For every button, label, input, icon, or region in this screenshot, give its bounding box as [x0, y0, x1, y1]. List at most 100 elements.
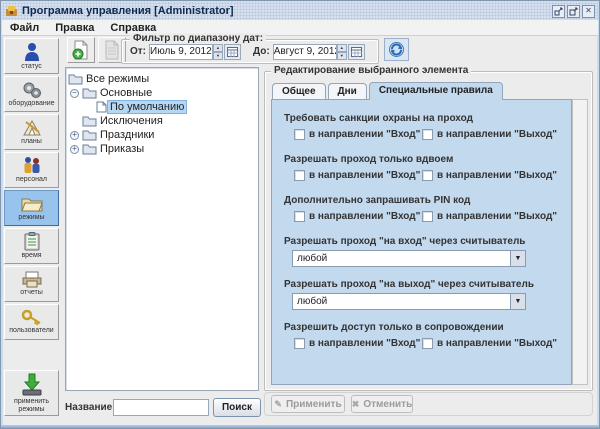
checkbox-icon[interactable] — [422, 211, 433, 222]
tree-item-default[interactable]: По умолчанию — [96, 100, 256, 114]
checkbox-two-person-in[interactable]: в направлении "Вход" — [294, 170, 422, 181]
to-calendar-button[interactable] — [348, 44, 365, 60]
checkbox-escort-out[interactable]: в направлении "Выход" — [422, 338, 557, 349]
document-icon — [103, 40, 121, 60]
drafting-tools-icon — [22, 119, 42, 137]
folder-icon — [82, 129, 97, 141]
tree-item-label[interactable]: Приказы — [97, 143, 147, 155]
tree-item-main[interactable]: − Основные — [70, 86, 256, 100]
checkbox-pin-out[interactable]: в направлении "Выход" — [422, 211, 557, 222]
tree-root[interactable]: Все режимы — [68, 72, 256, 86]
checkbox-pin-in[interactable]: в направлении "Вход" — [294, 211, 422, 222]
sidebar-item-personnel[interactable]: персонал — [4, 152, 59, 188]
sidebar-item-modes[interactable]: режимы — [4, 190, 59, 226]
tab-general[interactable]: Общее — [272, 83, 326, 99]
tree-item-exceptions[interactable]: Исключения — [82, 114, 256, 128]
tree-root-label[interactable]: Все режимы — [83, 73, 152, 85]
sidebar-item-time[interactable]: время — [4, 228, 59, 264]
rule-title: Разрешить доступ только в сопровождении — [284, 322, 571, 333]
cancel-button-label: Отменить — [363, 399, 412, 410]
checkbox-icon[interactable] — [294, 338, 305, 349]
spinner-up-icon[interactable]: ▲ — [213, 44, 223, 52]
checkbox-label: в направлении "Вход" — [309, 211, 420, 222]
editor-group-title: Редактирование выбранного элемента — [271, 65, 471, 76]
modes-tree: Все режимы − Основные По умолчанию Исклю… — [65, 67, 259, 391]
tree-item-holidays[interactable]: + Праздники — [70, 128, 256, 142]
gears-icon — [22, 81, 42, 99]
chevron-down-icon[interactable]: ▼ — [510, 251, 525, 266]
printer-icon — [22, 271, 42, 288]
sidebar-item-label: персонал — [16, 176, 47, 183]
title-bar: Программа управления [Administrator] ✕ — [2, 2, 598, 20]
checkbox-label: в направлении "Вход" — [309, 338, 420, 349]
rule-title: Разрешать проход "на вход" через считыва… — [284, 236, 571, 247]
toggle-collapsed-icon[interactable]: + — [70, 145, 79, 154]
tree-item-label[interactable]: Исключения — [97, 115, 166, 127]
minimize-button[interactable] — [552, 5, 565, 18]
tree-item-label[interactable]: Основные — [97, 87, 155, 99]
close-icon[interactable]: ✕ — [582, 5, 595, 18]
checkbox-escort-in[interactable]: в направлении "Вход" — [294, 338, 422, 349]
apply-button-label: Применить — [286, 399, 342, 410]
sidebar: статус оборудование планы персонал режим… — [4, 38, 62, 424]
chevron-down-icon[interactable]: ▼ — [510, 294, 525, 309]
spinner-up-icon[interactable]: ▲ — [337, 44, 347, 52]
menu-file[interactable]: Файл — [2, 21, 47, 35]
checkbox-icon[interactable] — [422, 129, 433, 140]
tree-item-label-selected[interactable]: По умолчанию — [107, 100, 187, 114]
checkbox-icon[interactable] — [294, 129, 305, 140]
to-date-spinner[interactable]: ▲ ▼ — [337, 44, 347, 60]
folder-icon — [68, 73, 83, 85]
apply-modes-label-line2: режимы — [18, 406, 44, 413]
sidebar-item-status[interactable]: статус — [4, 38, 59, 74]
checkbox-two-person-out[interactable]: в направлении "Выход" — [422, 170, 557, 181]
tree-item-label[interactable]: Праздники — [97, 129, 157, 141]
pencil-icon: ✎ — [274, 399, 282, 410]
to-date-field[interactable]: Август 9, 2012 — [273, 44, 337, 60]
spinner-down-icon[interactable]: ▼ — [213, 52, 223, 60]
person-icon — [23, 42, 41, 62]
checkbox-guard-out[interactable]: в направлении "Выход" — [422, 129, 557, 140]
from-calendar-button[interactable] — [224, 44, 241, 60]
toggle-collapsed-icon[interactable]: + — [70, 131, 79, 140]
apply-modes-button[interactable]: применить режимы — [4, 370, 59, 416]
cancel-x-icon: ✖ — [352, 399, 360, 410]
apply-button[interactable]: ✎ Применить — [271, 395, 345, 413]
toggle-expanded-icon[interactable]: − — [70, 89, 79, 98]
calendar-icon — [351, 47, 362, 57]
checkbox-guard-in[interactable]: в направлении "Вход" — [294, 129, 422, 140]
rule-two-person: Разрешать проход только вдвоем в направл… — [272, 154, 571, 183]
sidebar-item-reports[interactable]: отчеты — [4, 266, 59, 302]
sidebar-item-label: статус — [21, 63, 42, 70]
name-input[interactable] — [113, 399, 209, 416]
cancel-button[interactable]: ✖ Отменить — [351, 395, 413, 413]
from-date-field[interactable]: Июль 9, 2012 — [149, 44, 213, 60]
search-button[interactable]: Поиск — [213, 398, 261, 417]
special-rules-panel: Требовать санкции охраны на проход в нап… — [271, 99, 572, 385]
add-item-button[interactable] — [67, 37, 95, 63]
combobox-value: любой — [293, 253, 510, 264]
date-filter-title: Фильтр по диапазону дат: — [130, 33, 266, 44]
exit-reader-combobox[interactable]: любой ▼ — [292, 293, 526, 310]
entry-reader-combobox[interactable]: любой ▼ — [292, 250, 526, 267]
checkbox-icon[interactable] — [294, 211, 305, 222]
checkbox-icon[interactable] — [422, 338, 433, 349]
menu-edit[interactable]: Правка — [47, 21, 102, 35]
tab-special-rules[interactable]: Специальные правила — [369, 82, 503, 100]
spinner-down-icon[interactable]: ▼ — [337, 52, 347, 60]
maximize-button[interactable] — [567, 5, 580, 18]
folder-icon — [82, 115, 97, 127]
tree-item-orders[interactable]: + Приказы — [70, 142, 256, 156]
checkbox-icon[interactable] — [422, 170, 433, 181]
sidebar-item-equipment[interactable]: оборудование — [4, 76, 59, 112]
sidebar-item-users[interactable]: пользователи — [4, 304, 59, 340]
refresh-button[interactable] — [384, 38, 409, 61]
clipboard-icon — [24, 232, 40, 251]
checkbox-label: в направлении "Выход" — [437, 338, 557, 349]
rule-pin-code: Дополнительно запрашивать PIN код в напр… — [272, 195, 571, 224]
from-date-spinner[interactable]: ▲ ▼ — [213, 44, 223, 60]
tab-days[interactable]: Дни — [328, 83, 367, 99]
vertical-scrollbar[interactable] — [572, 99, 588, 385]
sidebar-item-plans[interactable]: планы — [4, 114, 59, 150]
checkbox-icon[interactable] — [294, 170, 305, 181]
